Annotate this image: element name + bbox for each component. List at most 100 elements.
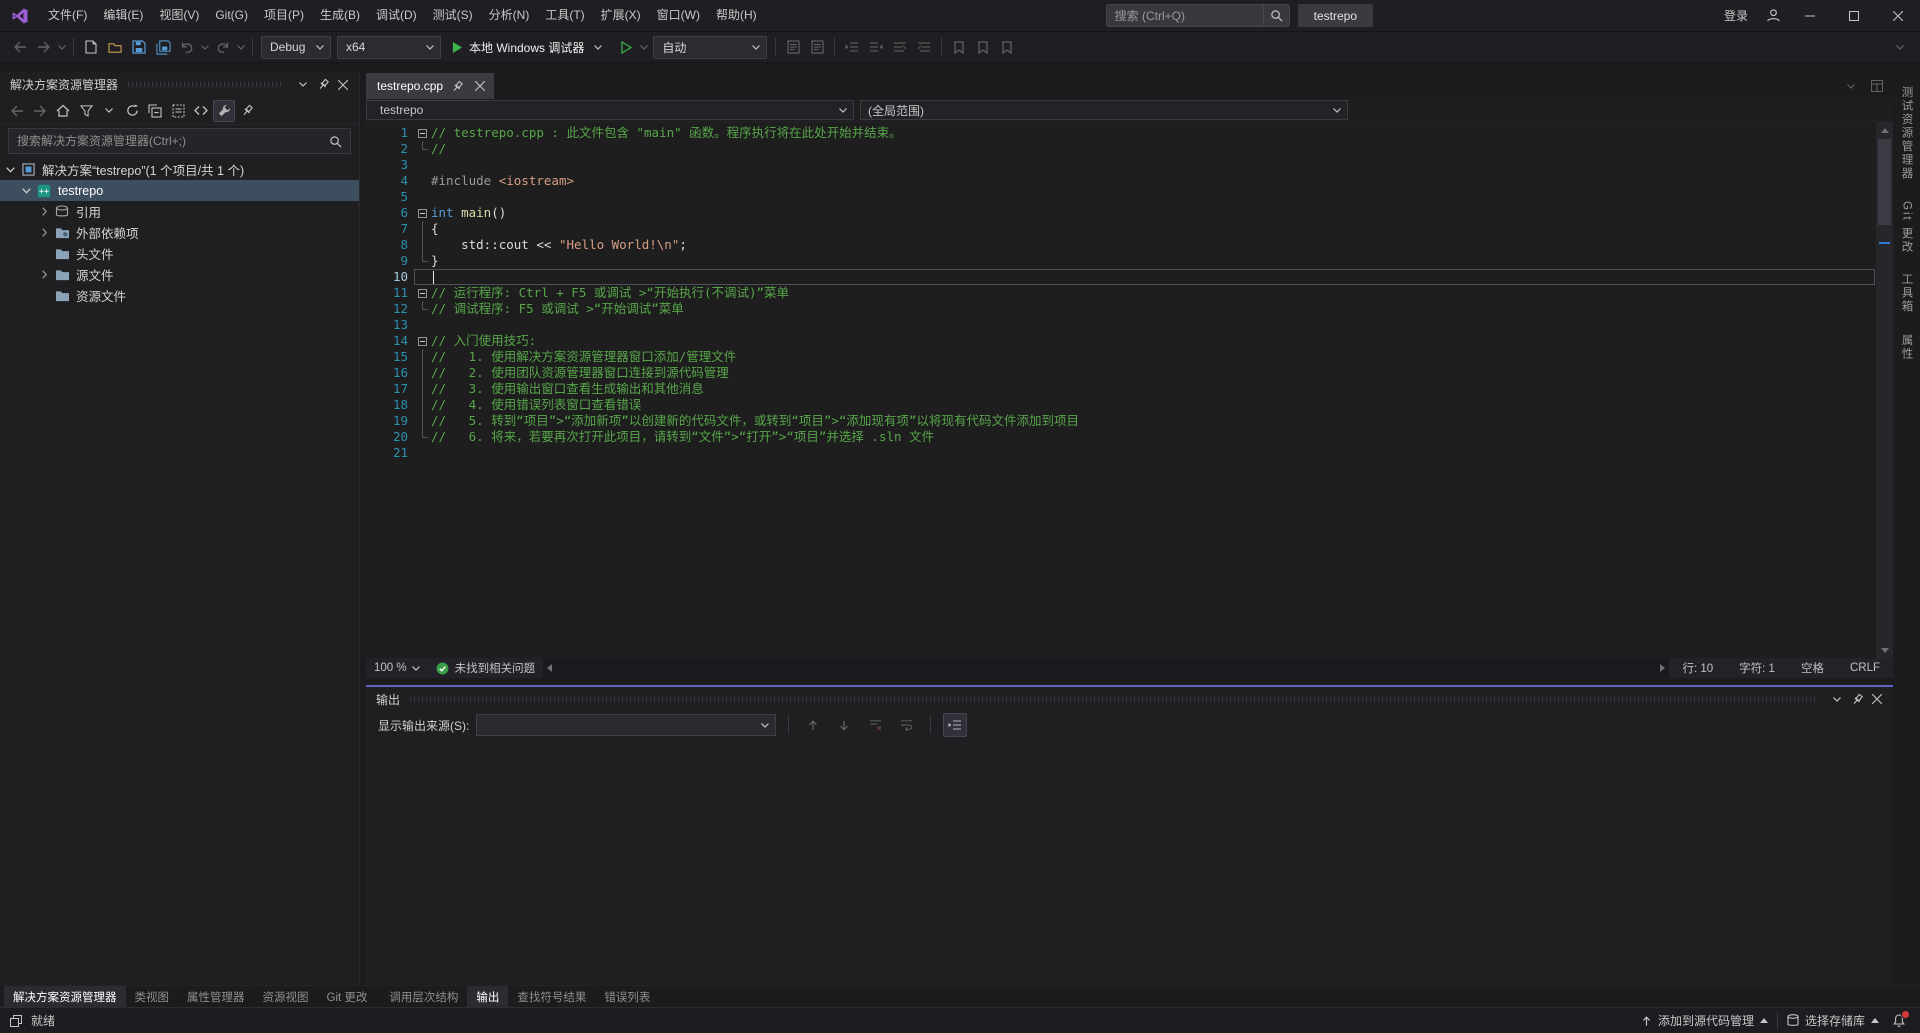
panel-tab[interactable]: 查找符号结果 <box>508 986 595 1007</box>
save-icon[interactable] <box>127 35 151 59</box>
active-files-dropdown-icon[interactable] <box>1839 74 1863 98</box>
watch-mode-dropdown[interactable]: 自动 <box>653 36 767 59</box>
navigation-history-chevron-icon[interactable] <box>56 35 68 59</box>
code-editor[interactable]: 1// testrepo.cpp : 此文件包含 "main" 函数。程序执行将… <box>366 122 1893 658</box>
show-all-files-icon[interactable] <box>167 100 189 122</box>
scroll-right-icon[interactable] <box>1660 664 1665 672</box>
window-layout-icon[interactable] <box>1865 74 1889 98</box>
next-bookmark-icon[interactable] <box>995 35 1019 59</box>
code-line[interactable]: 7{ <box>366 221 1893 237</box>
scrollbar-thumb[interactable] <box>1878 139 1891 225</box>
member-list-icon[interactable] <box>781 35 805 59</box>
char-indicator[interactable]: 字符: 1 <box>1726 660 1788 676</box>
menu-item[interactable]: 编辑(E) <box>95 0 151 31</box>
indent-increase-icon[interactable] <box>864 35 888 59</box>
tree-item[interactable]: 源文件 <box>0 264 359 285</box>
code-line[interactable]: 18// 4. 使用错误列表窗口查看错误 <box>366 397 1893 413</box>
previous-bookmark-icon[interactable] <box>971 35 995 59</box>
undo-dropdown-icon[interactable] <box>199 35 211 59</box>
new-project-icon[interactable] <box>79 35 103 59</box>
menu-item[interactable]: 文件(F) <box>40 0 95 31</box>
code-line[interactable]: 21 <box>366 445 1893 461</box>
tree-item-project[interactable]: ++testrepo <box>0 180 359 201</box>
minimize-button[interactable] <box>1788 0 1832 31</box>
panel-tab[interactable]: 属性管理器 <box>178 986 254 1007</box>
se-forward-icon[interactable] <box>29 100 51 122</box>
panel-tab[interactable]: 资源视图 <box>254 986 318 1007</box>
tree-item[interactable]: 外部依赖项 <box>0 222 359 243</box>
output-content[interactable] <box>366 739 1893 985</box>
menu-item[interactable]: 生成(B) <box>312 0 368 31</box>
panel-tab[interactable]: 解决方案资源管理器 <box>4 986 126 1007</box>
menu-item[interactable]: 项目(P) <box>256 0 312 31</box>
scroll-up-icon[interactable] <box>1876 122 1893 138</box>
navigate-backward-icon[interactable] <box>8 35 32 59</box>
autohide-tab[interactable]: Git 更改 <box>1899 201 1915 254</box>
code-line[interactable]: 15// 1. 使用解决方案资源管理器窗口添加/管理文件 <box>366 349 1893 365</box>
pin-icon[interactable] <box>1847 689 1867 709</box>
output-source-dropdown[interactable] <box>476 714 776 736</box>
menu-item[interactable]: 工具(T) <box>537 0 592 31</box>
search-icon[interactable] <box>320 129 350 153</box>
toggle-bookmark-icon[interactable] <box>947 35 971 59</box>
redo-dropdown-icon[interactable] <box>235 35 247 59</box>
code-line[interactable]: 4#include <iostream> <box>366 173 1893 189</box>
parameter-info-icon[interactable] <box>805 35 829 59</box>
redo-icon[interactable] <box>211 35 235 59</box>
code-line[interactable]: 13 <box>366 317 1893 333</box>
close-icon[interactable] <box>333 75 353 95</box>
se-back-icon[interactable] <box>6 100 28 122</box>
notifications-bell-icon[interactable] <box>1888 1010 1910 1032</box>
code-line[interactable]: 19// 5. 转到“项目”>“添加新项”以创建新的代码文件，或转到“项目”>“… <box>366 413 1893 429</box>
toggle-autoscroll-icon[interactable] <box>943 713 967 737</box>
home-icon[interactable] <box>52 100 74 122</box>
panel-tab[interactable]: 类视图 <box>126 986 179 1007</box>
view-code-icon[interactable] <box>190 100 212 122</box>
open-file-icon[interactable] <box>103 35 127 59</box>
autohide-tab[interactable]: 工具箱 <box>1899 273 1915 314</box>
scroll-down-icon[interactable] <box>1876 642 1893 658</box>
sign-in-button[interactable]: 登录 <box>1714 7 1758 24</box>
code-line[interactable]: 20// 6. 将来，若要再次打开此项目，请转到“文件”>“打开”>“项目”并选… <box>366 429 1893 445</box>
sync-with-active-document-icon[interactable] <box>121 100 143 122</box>
horizontal-scrollbar[interactable] <box>543 658 1669 678</box>
toolbar-options-icon[interactable] <box>1888 35 1912 59</box>
undo-icon[interactable] <box>175 35 199 59</box>
vertical-scrollbar[interactable] <box>1876 122 1893 658</box>
background-tasks-icon[interactable] <box>10 1015 22 1027</box>
comment-lines-icon[interactable] <box>888 35 912 59</box>
window-position-icon[interactable] <box>1827 689 1847 709</box>
autohide-tab[interactable]: 测试资源管理器 <box>1899 86 1915 181</box>
add-to-source-control-button[interactable]: 添加到源代码管理 <box>1632 1008 1777 1033</box>
panel-tab[interactable]: 输出 <box>467 986 508 1007</box>
navigate-forward-icon[interactable] <box>32 35 56 59</box>
quick-launch-search[interactable] <box>1106 4 1290 27</box>
code-line[interactable]: 12// 调试程序: F5 或调试 >“开始调试”菜单 <box>366 301 1893 317</box>
code-line[interactable]: 6int main() <box>366 205 1893 221</box>
save-all-icon[interactable] <box>151 35 175 59</box>
menu-item[interactable]: 扩展(X) <box>593 0 649 31</box>
tree-item[interactable]: 资源文件 <box>0 285 359 306</box>
goto-next-message-icon[interactable] <box>832 713 856 737</box>
word-wrap-icon[interactable] <box>894 713 918 737</box>
fold-collapse-icon[interactable] <box>418 289 427 298</box>
solution-explorer-search[interactable] <box>8 128 351 154</box>
filter-chevron-icon[interactable] <box>98 100 120 122</box>
fold-collapse-icon[interactable] <box>418 209 427 218</box>
code-line[interactable]: 14// 入门使用技巧: <box>366 333 1893 349</box>
start-debugging-button[interactable]: 本地 Windows 调试器 <box>447 35 611 59</box>
chevron-down-icon[interactable] <box>2 167 19 173</box>
menu-item[interactable]: 分析(N) <box>481 0 538 31</box>
start-without-debugging-icon[interactable] <box>614 35 638 59</box>
solution-platform-dropdown[interactable]: x64 <box>337 36 441 59</box>
window-position-icon[interactable] <box>293 75 313 95</box>
autohide-tab[interactable]: 属性 <box>1899 334 1915 361</box>
menu-item[interactable]: 窗口(W) <box>649 0 708 31</box>
line-indicator[interactable]: 行: 10 <box>1669 660 1726 676</box>
panel-tab[interactable]: 错误列表 <box>595 986 659 1007</box>
code-line[interactable]: 9} <box>366 253 1893 269</box>
menu-item[interactable]: 调试(D) <box>368 0 425 31</box>
pin-icon[interactable] <box>313 75 333 95</box>
fold-collapse-icon[interactable] <box>418 129 427 138</box>
fold-collapse-icon[interactable] <box>418 337 427 346</box>
